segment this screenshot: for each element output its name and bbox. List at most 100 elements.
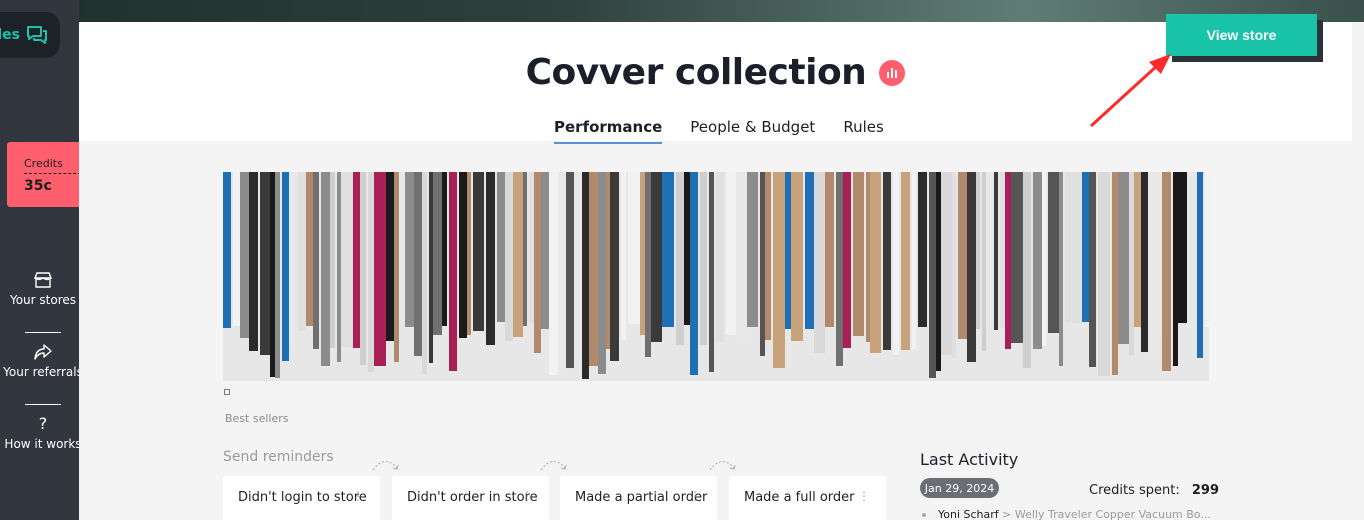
collage-strip — [1162, 172, 1171, 371]
question-icon: ? — [38, 414, 48, 433]
collage-strip — [298, 172, 306, 331]
collage-strip — [883, 172, 891, 350]
collage-strip — [341, 172, 353, 347]
collage-strip — [1089, 172, 1096, 367]
reminder-card-label: Made a partial order — [575, 490, 708, 505]
collage-strip — [716, 172, 724, 342]
best-sellers-caption: Best sellers — [225, 412, 289, 425]
collage-strip — [566, 172, 574, 368]
more-options-icon[interactable]: ⋮ — [689, 490, 701, 502]
collage-strip — [1118, 172, 1129, 344]
collage-strip — [291, 172, 296, 348]
tab-bar: Performance People & Budget Rules — [554, 118, 912, 144]
collage-strip — [582, 172, 589, 379]
collage-strip — [1189, 172, 1195, 322]
reminder-card-label: Didn't login to store — [238, 490, 367, 505]
timeline-dot — [922, 513, 926, 517]
reminder-card-label: Made a full order — [744, 490, 855, 505]
collage-strip — [467, 172, 471, 335]
sidebar-item-label: Your referrals — [3, 365, 83, 379]
collage-strip — [805, 172, 814, 329]
collage-strip — [1042, 172, 1046, 346]
sidebar-item-your-stores[interactable]: Your stores — [0, 270, 86, 307]
collage-strip — [825, 172, 834, 327]
page-title: Covver collection — [525, 52, 867, 93]
collage-strip — [1023, 172, 1031, 368]
credits-spent-label: Credits spent: — [1089, 483, 1180, 498]
annotation-arrow-icon — [1089, 54, 1171, 128]
collage-strip — [442, 172, 447, 326]
best-sellers-collage[interactable] — [223, 172, 1209, 381]
collage-strip — [1141, 172, 1148, 352]
collage-strip — [628, 172, 640, 324]
reminder-card-didnt-login[interactable]: Didn't login to store ⋮ — [223, 476, 380, 520]
collage-strip — [814, 172, 825, 353]
collage-strip — [773, 172, 785, 368]
more-options-icon[interactable]: ⋮ — [858, 490, 870, 502]
collage-strip — [709, 172, 714, 372]
collage-strip — [952, 172, 956, 358]
tab-performance[interactable]: Performance — [554, 118, 663, 144]
chat-bubbles-icon — [27, 26, 47, 44]
activity-date-badge: Jan 29, 2024 — [920, 478, 999, 498]
collage-strip — [523, 172, 527, 326]
collage-strip — [690, 172, 698, 375]
activity-item: Welly Traveler Copper Vacuum Bo... — [1014, 508, 1211, 520]
sidebar-divider — [25, 332, 61, 333]
loop-arrow-icon — [372, 461, 399, 471]
collage-strip — [473, 172, 484, 331]
collage-strip — [1082, 172, 1089, 322]
last-activity-title: Last Activity — [920, 450, 1019, 469]
sidebar-divider — [25, 404, 61, 405]
more-options-icon[interactable]: ⋮ — [521, 490, 533, 502]
collage-strip — [726, 172, 736, 335]
reminder-card-full-order[interactable]: Made a full order ⋮ — [729, 476, 886, 520]
loop-arrow-icon — [540, 461, 567, 471]
view-store-button[interactable]: View store — [1166, 14, 1317, 56]
collage-strip — [621, 172, 626, 340]
sidebar-item-how-it-works[interactable]: ? How it works — [0, 414, 86, 451]
collage-strip — [1033, 172, 1042, 349]
collage-strip — [893, 172, 899, 355]
collage-strip — [422, 172, 427, 374]
collage-strip — [1178, 172, 1187, 323]
collage-strip — [941, 172, 952, 355]
collage-strip — [747, 172, 758, 327]
sidebar-item-your-referrals[interactable]: Your referrals — [0, 342, 86, 379]
more-options-icon[interactable]: ⋮ — [352, 490, 364, 502]
bar-chart-icon[interactable] — [879, 59, 906, 86]
chat-button[interactable]: les — [0, 12, 60, 58]
tab-people-budget[interactable]: People & Budget — [690, 118, 815, 144]
collage-strip — [223, 172, 231, 328]
collage-strip — [1048, 172, 1059, 333]
collage-strip — [313, 172, 319, 349]
tab-rules[interactable]: Rules — [843, 118, 883, 144]
collage-strip — [901, 172, 910, 350]
collage-strip — [360, 172, 366, 365]
reminders-title: Send reminders — [223, 449, 334, 465]
collage-strip — [549, 172, 558, 375]
credits-spent: Credits spent: 299 — [1089, 483, 1219, 498]
reminder-card-didnt-order[interactable]: Didn't order in store ⋮ — [392, 476, 549, 520]
collage-strip — [505, 172, 513, 341]
sidebar-item-label: Your stores — [9, 293, 77, 307]
collage-strip — [1072, 172, 1082, 323]
collage-checkbox[interactable] — [224, 389, 230, 395]
reminder-card-partial-order[interactable]: Made a partial order ⋮ — [560, 476, 717, 520]
collage-strip — [736, 172, 747, 344]
activity-entry[interactable]: Yoni Scharf > Welly Traveler Copper Vacu… — [938, 508, 1220, 520]
collage-strip — [986, 172, 994, 327]
collage-strip — [513, 172, 523, 337]
activity-separator: > — [1002, 508, 1012, 520]
collage-strip — [330, 172, 335, 348]
collage-strip — [1197, 172, 1203, 358]
collage-strip — [497, 172, 505, 322]
credits-spent-value: 299 — [1191, 483, 1220, 498]
loop-arrow-icon — [709, 461, 736, 471]
collage-strip — [386, 172, 394, 341]
collage-strip — [918, 172, 927, 327]
collage-strip — [836, 172, 843, 366]
sidebar-item-label: How it works — [4, 437, 82, 451]
background-band — [0, 0, 1364, 22]
collage-strip — [765, 172, 771, 340]
